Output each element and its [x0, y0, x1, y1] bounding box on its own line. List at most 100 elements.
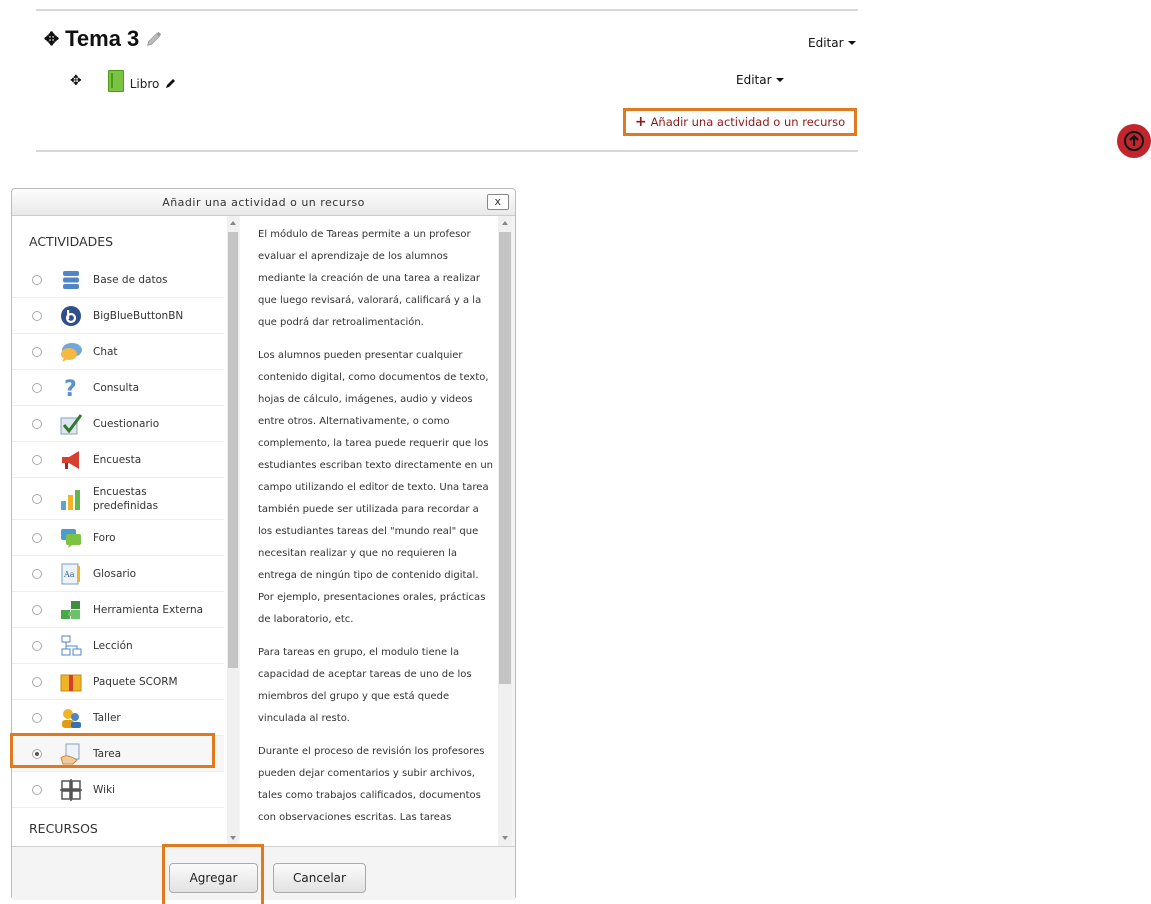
workshop-icon [59, 706, 83, 730]
radio-button[interactable] [32, 676, 42, 687]
scroll-top-button[interactable] [1117, 124, 1151, 158]
add-activity-button[interactable]: + Añadir una actividad o un recurso [623, 108, 857, 136]
radio-button[interactable] [32, 493, 42, 504]
module-label: Lección [93, 639, 133, 652]
lesson-icon [59, 634, 83, 658]
pencil-icon[interactable] [165, 77, 177, 89]
tarea-highlight-box [10, 733, 215, 768]
module-label: Glosario [93, 567, 137, 580]
svg-text:?: ? [64, 377, 77, 400]
glossary-icon: Aa [59, 562, 83, 586]
bottom-divider [36, 150, 858, 152]
module-option-glosario[interactable]: Aa Glosario [12, 556, 224, 592]
module-label: Encuestas predefinidas [93, 485, 159, 512]
module-option-paquete-scorm[interactable]: Paquete SCORM [12, 664, 224, 700]
move-icon[interactable]: ✥ [70, 73, 82, 89]
radio-button[interactable] [32, 382, 42, 393]
module-option-herramienta-externa[interactable]: Herramienta Externa [12, 592, 224, 628]
module-option-encuestas-predefinidas[interactable]: Encuestas predefinidas [12, 478, 224, 520]
caret-down-icon [775, 78, 784, 82]
dialog-title: Añadir una actividad o un recurso [162, 195, 365, 209]
megaphone-icon [59, 448, 83, 472]
database-icon [59, 268, 83, 292]
activities-heading: ACTIVIDADES [29, 234, 114, 249]
module-option-taller[interactable]: Taller [12, 700, 224, 736]
module-label: Wiki [93, 783, 116, 796]
scrollbar-thumb[interactable] [499, 232, 511, 684]
module-label: Cuestionario [93, 417, 160, 430]
bigbluebutton-icon [59, 304, 83, 328]
description-paragraph: Durante el proceso de revisión los profe… [258, 746, 485, 823]
description-paragraph: El módulo de Tareas permite a un profeso… [258, 229, 482, 328]
arrow-up-circle-icon [1124, 131, 1144, 151]
radio-button[interactable] [32, 604, 42, 615]
module-label: Paquete SCORM [93, 675, 178, 688]
top-divider [36, 9, 858, 11]
move-icon[interactable]: ✥ [44, 29, 59, 50]
plus-icon: + [634, 114, 647, 130]
add-button-highlight-box [162, 844, 264, 904]
bar-chart-icon [59, 487, 83, 511]
module-label: Foro [93, 531, 116, 544]
question-icon: ? [59, 376, 83, 400]
module-option-base-de-datos[interactable]: Base de datos [12, 262, 224, 298]
scroll-up-arrow-icon[interactable] [502, 221, 508, 225]
module-label: BigBlueButtonBN [93, 309, 184, 322]
section-edit-label: Editar [808, 36, 844, 50]
radio-button[interactable] [32, 568, 42, 579]
section-title: Tema 3 [65, 26, 140, 51]
close-button[interactable]: x [487, 194, 509, 210]
chat-icon [59, 340, 83, 364]
package-icon [59, 670, 83, 694]
description-paragraph: Los alumnos pueden presentar cualquier c… [258, 350, 493, 625]
module-list-scrollbar[interactable] [227, 216, 239, 846]
section-header: ✥ Tema 3 [44, 26, 163, 52]
dialog-footer: Agregar Cancelar [12, 844, 515, 904]
module-option-foro[interactable]: Foro [12, 520, 224, 556]
radio-button[interactable] [32, 310, 42, 321]
radio-button[interactable] [32, 784, 42, 795]
module-label: Taller [93, 711, 121, 724]
svg-text:Aa: Aa [63, 570, 75, 579]
activity-edit-label: Editar [736, 73, 772, 87]
add-activity-label: Añadir una actividad o un recurso [650, 115, 846, 129]
activity-row-libro: ✥ Libro [70, 70, 177, 92]
module-option-consulta[interactable]: ? Consulta [12, 370, 224, 406]
cancel-button[interactable]: Cancelar [273, 863, 366, 893]
scroll-down-arrow-icon[interactable] [230, 836, 236, 840]
module-label: Encuesta [93, 453, 142, 466]
pencil-icon[interactable] [145, 30, 163, 48]
radio-button[interactable] [32, 346, 42, 357]
module-option-chat[interactable]: Chat [12, 334, 224, 370]
resources-heading: RECURSOS [29, 821, 98, 836]
module-label: Consulta [93, 381, 140, 394]
radio-button[interactable] [32, 712, 42, 723]
radio-button[interactable] [32, 418, 42, 429]
module-label: Chat [93, 345, 118, 358]
caret-down-icon [847, 41, 856, 45]
radio-button[interactable] [32, 640, 42, 651]
description-paragraph: Para tareas en grupo, el modulo tiene la… [258, 647, 472, 724]
puzzle-icon [59, 598, 83, 622]
activity-edit-menu[interactable]: Editar [736, 73, 784, 87]
radio-button[interactable] [32, 532, 42, 543]
section-edit-menu[interactable]: Editar [808, 36, 856, 50]
module-description: El módulo de Tareas permite a un profeso… [240, 216, 510, 846]
description-scrollbar[interactable] [498, 216, 512, 846]
module-label: Herramienta Externa [93, 603, 204, 616]
dialog-header: Añadir una actividad o un recurso x [12, 189, 515, 216]
radio-button[interactable] [32, 274, 42, 285]
scroll-down-arrow-icon[interactable] [502, 836, 508, 840]
scroll-up-arrow-icon[interactable] [230, 221, 236, 225]
module-label: Base de datos [93, 273, 168, 286]
module-option-wiki[interactable]: Wiki [12, 772, 224, 808]
module-option-leccion[interactable]: Lección [12, 628, 224, 664]
quiz-icon [59, 412, 83, 436]
forum-icon [59, 526, 83, 550]
module-option-bigbluebutton[interactable]: BigBlueButtonBN [12, 298, 224, 334]
scrollbar-thumb[interactable] [228, 232, 238, 668]
module-option-encuesta[interactable]: Encuesta [12, 442, 224, 478]
radio-button[interactable] [32, 454, 42, 465]
activity-link-libro[interactable]: Libro [130, 77, 160, 91]
module-option-cuestionario[interactable]: Cuestionario [12, 406, 224, 442]
